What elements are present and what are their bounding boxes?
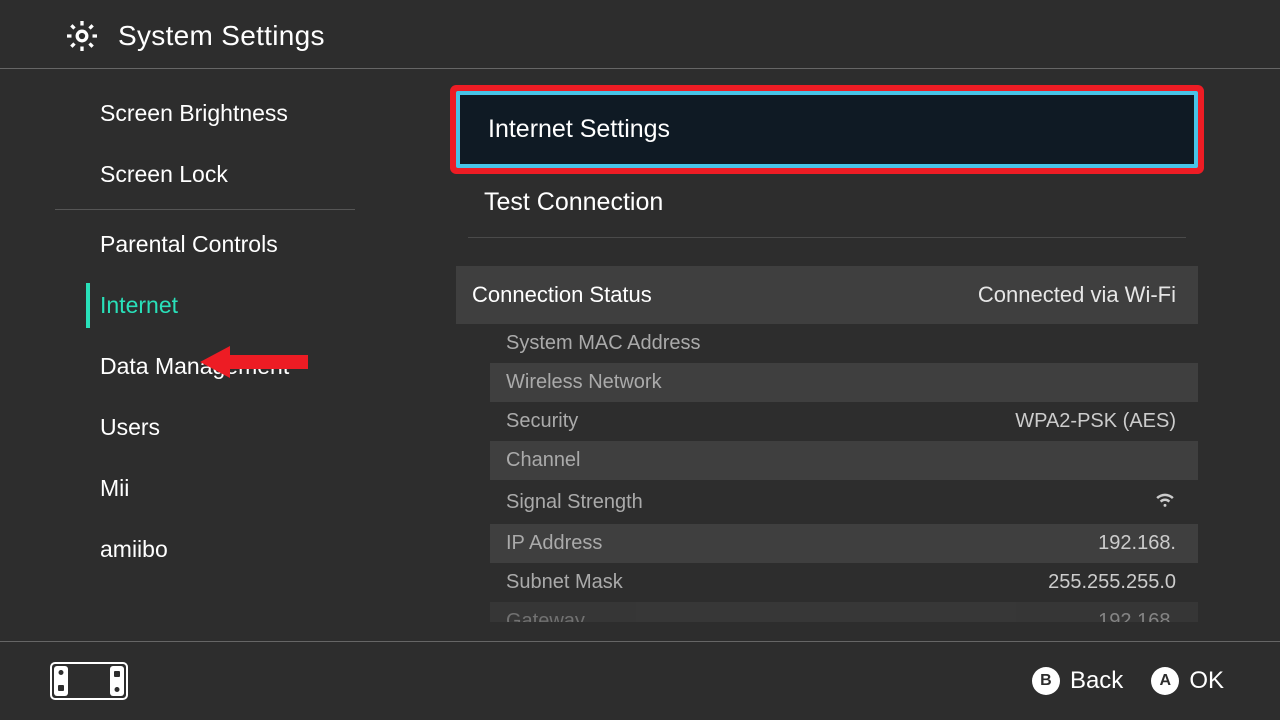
connection-status-block: Connection Status Connected via Wi-Fi Sy… <box>456 266 1198 622</box>
footer-hints: B Back A OK <box>1032 667 1224 695</box>
detail-row-signal-strength: Signal Strength <box>490 480 1198 524</box>
a-button-icon: A <box>1151 667 1179 695</box>
controller-icon <box>50 662 128 700</box>
detail-label: Signal Strength <box>506 491 643 514</box>
b-button-icon: B <box>1032 667 1060 695</box>
sidebar-item-screen-lock[interactable]: Screen Lock <box>0 144 410 205</box>
gear-icon <box>64 18 100 54</box>
detail-row-gateway: Gateway 192.168. <box>490 602 1198 622</box>
detail-value: WPA2-PSK (AES) <box>1015 410 1176 433</box>
connection-status-value: Connected via Wi-Fi <box>978 282 1176 308</box>
detail-label: Channel <box>506 449 581 472</box>
detail-value <box>1154 488 1176 516</box>
sidebar-item-amiibo[interactable]: amiibo <box>0 519 410 580</box>
footer: B Back A OK <box>0 641 1280 720</box>
detail-label: Wireless Network <box>506 371 662 394</box>
back-label: Back <box>1070 667 1123 695</box>
detail-row-mac: System MAC Address <box>490 324 1198 363</box>
divider <box>468 237 1186 238</box>
detail-label: Subnet Mask <box>506 571 623 594</box>
detail-value: 192.168. <box>1098 610 1176 622</box>
detail-label: System MAC Address <box>506 332 701 355</box>
connection-status-label: Connection Status <box>472 282 652 308</box>
connection-status-header: Connection Status Connected via Wi-Fi <box>456 266 1198 324</box>
sidebar-divider <box>55 209 355 210</box>
sidebar-item-users[interactable]: Users <box>0 397 410 458</box>
detail-row-ip-address: IP Address 192.168. <box>490 524 1198 563</box>
sidebar-item-data-management[interactable]: Data Management <box>0 336 410 397</box>
detail-row-wireless-network: Wireless Network <box>490 363 1198 402</box>
detail-row-channel: Channel <box>490 441 1198 480</box>
sidebar-item-parental-controls[interactable]: Parental Controls <box>0 214 410 275</box>
detail-value: 192.168. <box>1098 532 1176 555</box>
sidebar-item-mii[interactable]: Mii <box>0 458 410 519</box>
page-title: System Settings <box>118 20 325 52</box>
detail-label: IP Address <box>506 532 602 555</box>
ok-label: OK <box>1189 667 1224 695</box>
detail-value: 255.255.255.0 <box>1048 571 1176 594</box>
sidebar-item-screen-brightness[interactable]: Screen Brightness <box>0 83 410 144</box>
ok-button[interactable]: A OK <box>1151 667 1224 695</box>
connection-detail-list: System MAC Address Wireless Network Secu… <box>456 324 1198 622</box>
detail-label: Security <box>506 410 578 433</box>
main-panel: Internet Settings Test Connection Connec… <box>410 69 1280 622</box>
internet-settings-button[interactable]: Internet Settings <box>456 91 1198 168</box>
detail-row-subnet-mask: Subnet Mask 255.255.255.0 <box>490 563 1198 602</box>
wifi-icon <box>1154 488 1176 510</box>
body: Screen Brightness Screen Lock Parental C… <box>0 69 1280 622</box>
header: System Settings <box>0 0 1280 69</box>
detail-row-security: Security WPA2-PSK (AES) <box>490 402 1198 441</box>
sidebar: Screen Brightness Screen Lock Parental C… <box>0 69 410 622</box>
sidebar-item-internet[interactable]: Internet <box>0 275 410 336</box>
detail-label: Gateway <box>506 610 585 622</box>
back-button[interactable]: B Back <box>1032 667 1123 695</box>
test-connection-button[interactable]: Test Connection <box>456 168 1198 237</box>
